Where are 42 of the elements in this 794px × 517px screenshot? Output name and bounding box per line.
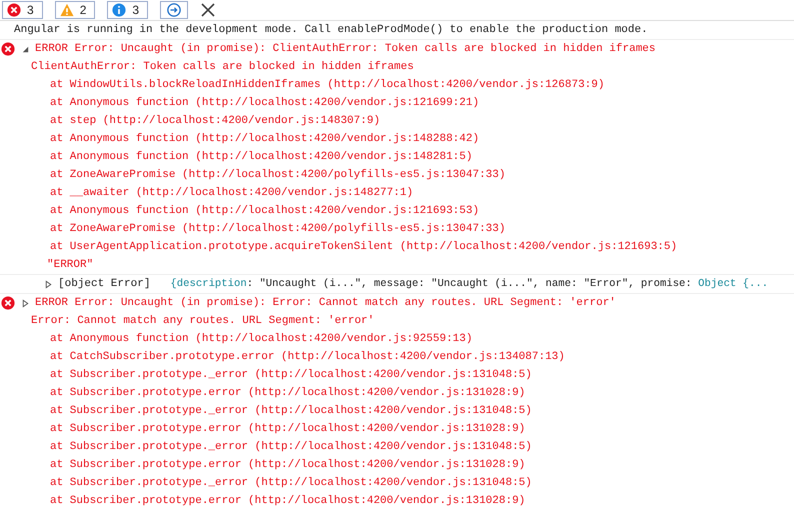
log-message: Angular is running in the development mode. Call enableProdMode() to enable the production mode.: [14, 24, 648, 36]
info-icon: [112, 3, 126, 17]
info-filter-button[interactable]: 3: [107, 1, 148, 19]
warning-icon: [60, 3, 74, 17]
stack-trace-line: at Anonymous function (http://localhost:4200/vendor.js:148288:42): [50, 133, 480, 145]
expanded-triangle-icon[interactable]: [21, 44, 30, 54]
collapsed-triangle-icon[interactable]: [21, 298, 30, 308]
redirect-button[interactable]: [160, 1, 188, 19]
stack-trace-line: at WindowUtils.blockReloadInHiddenIframes (http://localhost:4200/vendor.js:126873:9): [50, 79, 604, 91]
stack-trace-line: at CatchSubscriber.prototype.error (http://localhost:4200/vendor.js:134087:13): [50, 351, 565, 363]
error-title: ERROR Error: Uncaught (in promise): ClientAuthError: Token calls are blocked in hidden iframes: [35, 42, 656, 57]
error-title: ERROR Error: Uncaught (in promise): Error: Cannot match any routes. URL Segment: 'error': [35, 296, 616, 311]
stack-trace-line: at Subscriber.prototype._error (http://localhost:4200/vendor.js:131048:5): [50, 477, 532, 489]
error-string: "ERROR": [47, 259, 94, 271]
stack-trace-line: at Subscriber.prototype._error (http://localhost:4200/vendor.js:131048:5): [50, 369, 532, 381]
error-icon: [1, 296, 15, 310]
object-label[interactable]: [object Error]: [58, 275, 150, 293]
error-message: ClientAuthError: Token calls are blocked in hidden iframes: [31, 61, 414, 73]
stack-trace-line: at Anonymous function (http://localhost:4200/vendor.js:92559:13): [50, 333, 472, 345]
error-icon: [7, 3, 21, 17]
stack-trace-line: at Anonymous function (http://localhost:4200/vendor.js:121699:21): [50, 97, 480, 109]
error-filter-button[interactable]: 3: [2, 1, 43, 19]
stack-trace-line: at Subscriber.prototype._error (http://localhost:4200/vendor.js:131048:5): [50, 441, 532, 453]
stack-trace-line: at ZoneAwarePromise (http://localhost:4200/polyfills-es5.js:13047:33): [50, 223, 506, 235]
collapsed-triangle-icon[interactable]: [44, 280, 53, 288]
stack-trace-line: at Subscriber.prototype.error (http://localhost:4200/vendor.js:131028:9): [50, 495, 526, 507]
stack-trace-line: at step (http://localhost:4200/vendor.js:148307:9): [50, 115, 380, 127]
error-icon: [1, 42, 15, 56]
stack-trace-line: at ZoneAwarePromise (http://localhost:4200/polyfills-es5.js:13047:33): [50, 169, 506, 181]
stack-trace-line: at Subscriber.prototype.error (http://localhost:4200/vendor.js:131028:9): [50, 387, 526, 399]
warning-filter-button[interactable]: 2: [54, 1, 96, 19]
stack-trace-line: at UserAgentApplication.prototype.acquireTokenSilent (http://localhost:4200/vendor.js:121693:5): [50, 241, 678, 253]
error-message: Error: Cannot match any routes. URL Segment: 'error': [31, 315, 374, 327]
stack-trace-line: at Anonymous function (http://localhost:4200/vendor.js:148281:5): [50, 151, 472, 163]
object-preview: {description: "Uncaught (i...", message: "Uncaught (i...", name: "Error", promise: Object {...: [170, 277, 768, 292]
stack-trace-line: at Subscriber.prototype.error (http://localhost:4200/vendor.js:131028:9): [50, 423, 526, 435]
arrow-circle-icon: [167, 3, 182, 17]
close-icon[interactable]: [200, 2, 216, 18]
stack-trace-line: at __awaiter (http://localhost:4200/vendor.js:148277:1): [50, 187, 414, 199]
stack-trace-line: at Subscriber.prototype.error (http://localhost:4200/vendor.js:131028:9): [50, 459, 526, 471]
stack-trace-line: at Subscriber.prototype._error (http://localhost:4200/vendor.js:131048:5): [50, 405, 532, 417]
stack-trace-line: at Anonymous function (http://localhost:4200/vendor.js:121693:53): [50, 205, 480, 217]
